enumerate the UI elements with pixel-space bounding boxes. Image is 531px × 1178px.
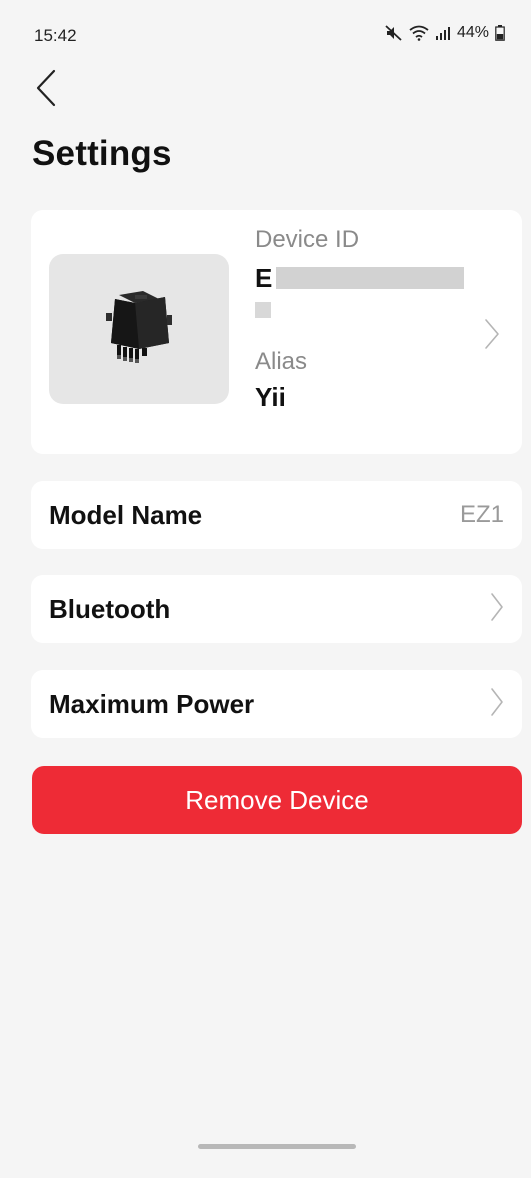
device-info: Device ID E Alias Yii xyxy=(255,226,465,413)
microinverter-icon xyxy=(89,277,189,382)
page-title: Settings xyxy=(32,134,172,173)
maximum-power-label: Maximum Power xyxy=(49,688,255,719)
status-bar: 15:42 44% xyxy=(0,0,531,60)
device-id-redaction-2 xyxy=(255,302,271,318)
status-icons: 44% xyxy=(385,24,505,42)
device-id-redaction xyxy=(276,267,465,289)
device-id-value-line2 xyxy=(255,296,464,324)
device-card[interactable]: Device ID E Alias Yii xyxy=(31,210,522,454)
chevron-right-icon xyxy=(490,592,504,627)
mute-icon xyxy=(385,25,403,41)
chevron-left-icon xyxy=(34,69,58,112)
maximum-power-row[interactable]: Maximum Power xyxy=(31,670,522,738)
device-id-label: Device ID xyxy=(255,226,360,253)
device-id-value: E xyxy=(255,260,465,296)
device-id-visible-text: E xyxy=(255,262,273,293)
signal-icon xyxy=(435,26,451,40)
chevron-right-icon xyxy=(484,318,500,355)
bluetooth-row[interactable]: Bluetooth xyxy=(31,575,522,643)
wifi-icon xyxy=(409,25,429,41)
model-name-row: Model Name EZ1 xyxy=(31,481,522,549)
battery-level: 44% xyxy=(456,24,489,41)
device-image xyxy=(49,254,229,404)
bluetooth-label: Bluetooth xyxy=(49,593,171,624)
status-time: 15:42 xyxy=(34,26,77,45)
remove-device-button[interactable]: Remove Device xyxy=(32,766,522,834)
model-name-value: EZ1 xyxy=(459,501,504,528)
chevron-right-icon xyxy=(490,687,504,722)
battery-icon xyxy=(495,25,505,41)
back-button[interactable] xyxy=(34,69,66,112)
model-name-label: Model Name xyxy=(49,499,203,530)
alias-value: Yii xyxy=(255,382,286,412)
alias-label: Alias xyxy=(255,348,308,375)
home-indicator[interactable] xyxy=(198,1144,356,1149)
